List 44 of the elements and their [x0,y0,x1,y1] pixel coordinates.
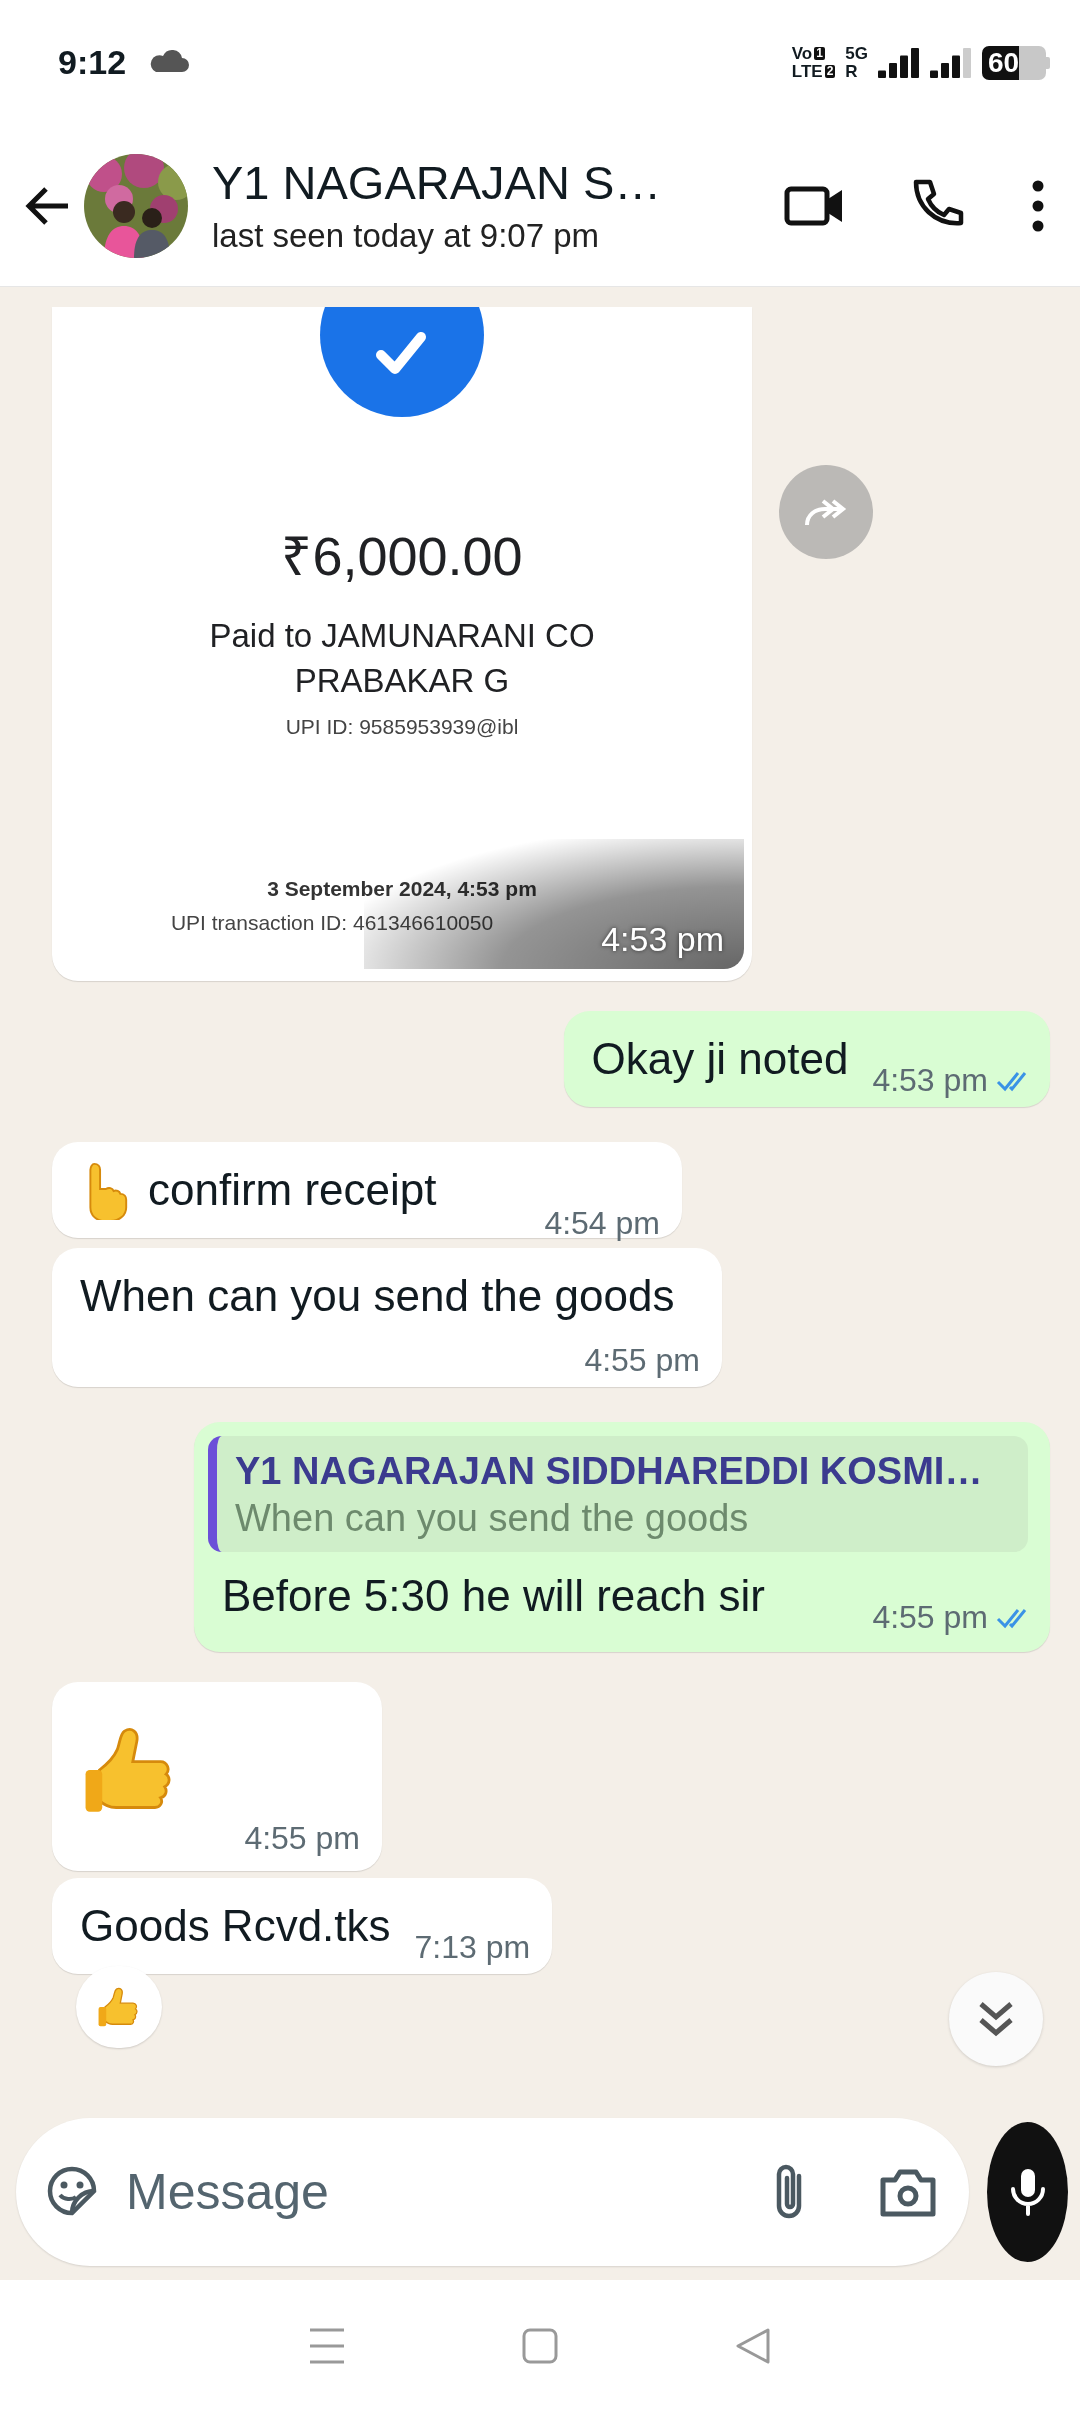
sim-badge: 2 [824,65,836,78]
message-text: When can you send the goods [80,1270,675,1322]
payment-amount: ₹6,000.00 [281,525,523,588]
upi-id: UPI ID: 9585953939@ibl [285,715,519,739]
network-label: LTE [791,62,823,81]
payment-date: 3 September 2024, 4:53 pm [267,877,537,901]
message-text: Okay ji noted [591,1033,849,1085]
message-input-field[interactable]: Message [16,2118,969,2266]
message-time: 4:53 pm [872,1062,988,1099]
message-time: 4:53 pm [601,920,724,959]
message-time: 4:54 pm [544,1205,660,1242]
home-button[interactable] [522,2328,558,2364]
recent-apps-button[interactable] [308,2326,346,2366]
message-text: confirm receipt [148,1164,437,1216]
battery-icon: 60 [982,45,1046,80]
clock-time: 9:12 [58,43,127,82]
message-text-input[interactable]: Message [124,2162,771,2222]
quoted-author: Y1 NAGARAJAN SIDDHAREDDI KOSMI… [235,1450,984,1493]
last-seen-status: last seen today at 9:07 pm [212,216,600,257]
message-time: 4:55 pm [244,1820,360,1857]
signal-icon [930,47,972,78]
microphone-icon [1008,2167,1047,2217]
signal-icon [878,47,920,78]
message-time: 4:55 pm [584,1342,700,1379]
message-time: 7:13 pm [414,1929,531,1966]
network-label: 5G [845,44,868,63]
network-label: R [845,62,859,81]
contact-name: Y1 NAGARAJAN S… [212,154,662,211]
message-time: 4:55 pm [872,1599,988,1636]
double-chevron-icon [978,2001,1014,2037]
transaction-id: UPI transaction ID: 461346610050 [170,911,494,935]
menu-button[interactable] [1032,179,1044,232]
message-text: Before 5:30 he will reach sir [221,1570,765,1622]
network-label: Vo [791,44,813,63]
triangle-icon [734,2327,772,2365]
back-nav-button[interactable] [734,2327,772,2365]
more-options-icon [1032,179,1044,232]
quoted-message[interactable]: Y1 NAGARAJAN SIDDHAREDDI KOSMI… When can you send the goods [208,1436,1028,1552]
quoted-text: When can you send the goods [235,1497,750,1540]
payee-name: Paid to JAMUNARANI CO PRABAKAR G [208,616,596,701]
square-icon [522,2328,558,2364]
sim-badge: 1 [814,47,825,60]
message-text: Goods Rcvd.tks [80,1900,391,1952]
menu-icon [308,2326,346,2366]
